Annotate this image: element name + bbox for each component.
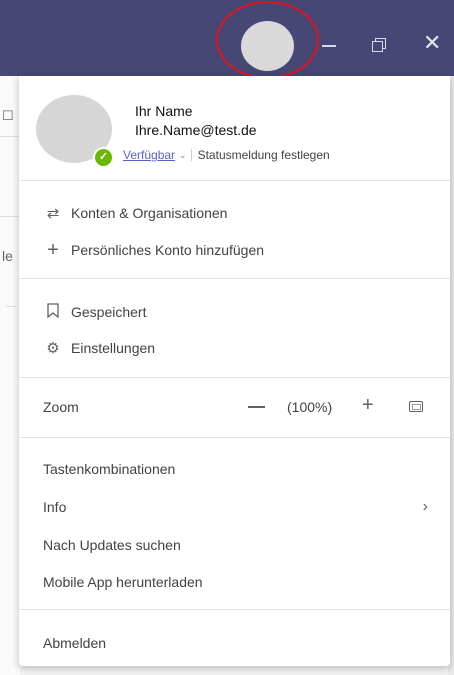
minimize-icon[interactable]: [322, 45, 336, 47]
separator: [19, 278, 450, 279]
divider: [6, 306, 16, 307]
bookmark-icon: [44, 302, 62, 322]
chevron-down-icon[interactable]: ⌄: [179, 150, 187, 161]
separator: [19, 180, 450, 181]
zoom-label: Zoom: [43, 399, 79, 415]
separator: [19, 377, 450, 378]
menu-item-add-personal-account[interactable]: + Persönliches Konto hinzufügen: [19, 233, 450, 267]
compose-icon: ☐: [2, 108, 14, 123]
divider: [0, 136, 20, 137]
title-bar: ✕: [0, 0, 454, 79]
background-app: ☐ le: [0, 76, 20, 675]
menu-item-label: Nach Updates suchen: [43, 537, 181, 553]
profile-email: Ihre.Name@test.de: [135, 122, 257, 138]
restore-icon[interactable]: [372, 38, 386, 52]
zoom-out-icon[interactable]: [248, 406, 265, 408]
plus-icon: +: [47, 238, 59, 261]
menu-item-saved[interactable]: Gespeichert: [19, 295, 450, 329]
zoom-in-icon[interactable]: +: [362, 394, 374, 417]
menu-item-label: Persönliches Konto hinzufügen: [71, 242, 265, 258]
menu-item-settings[interactable]: ⚙ Einstellungen: [19, 331, 450, 365]
separator: [19, 437, 450, 438]
menu-item-check-updates[interactable]: Nach Updates suchen: [19, 528, 450, 562]
switch-arrows-icon: ⇄: [46, 205, 60, 222]
menu-item-sign-out[interactable]: Abmelden: [19, 626, 450, 660]
menu-item-label: Info: [43, 499, 67, 515]
divider: [190, 149, 192, 161]
menu-item-label: Einstellungen: [71, 340, 156, 356]
highlight-circle: [216, 1, 319, 79]
profile-name: Ihr Name: [135, 103, 193, 119]
status-row: Verfügbar ⌄ Statusmeldung festlegen: [123, 148, 330, 162]
status-dropdown[interactable]: Verfügbar: [123, 148, 175, 162]
divider: [0, 216, 20, 217]
menu-item-label: Abmelden: [43, 635, 107, 651]
close-icon[interactable]: ✕: [423, 32, 441, 54]
profile-menu: ✓ Ihr Name Ihre.Name@test.de Verfügbar ⌄…: [19, 76, 450, 666]
background-text-fragment: le: [2, 248, 13, 264]
fit-to-window-icon[interactable]: [409, 401, 423, 412]
gear-icon: ⚙: [46, 340, 60, 357]
menu-item-label: Gespeichert: [71, 304, 147, 320]
zoom-row: Zoom (100%) +: [19, 390, 450, 424]
menu-item-download-mobile-app[interactable]: Mobile App herunterladen: [19, 565, 450, 599]
status-message-link[interactable]: Statusmeldung festlegen: [198, 148, 330, 162]
presence-available-icon: ✓: [93, 147, 114, 168]
menu-item-label: Tastenkombinationen: [43, 461, 176, 477]
menu-item-accounts[interactable]: ⇄ Konten & Organisationen: [19, 196, 450, 230]
separator: [19, 609, 450, 610]
menu-item-info[interactable]: Info ›: [19, 490, 450, 524]
zoom-value: (100%): [287, 399, 333, 415]
menu-item-label: Mobile App herunterladen: [43, 574, 203, 590]
menu-item-keyboard-shortcuts[interactable]: Tastenkombinationen: [19, 452, 450, 486]
chevron-right-icon: ›: [422, 498, 428, 515]
menu-item-label: Konten & Organisationen: [71, 205, 228, 221]
